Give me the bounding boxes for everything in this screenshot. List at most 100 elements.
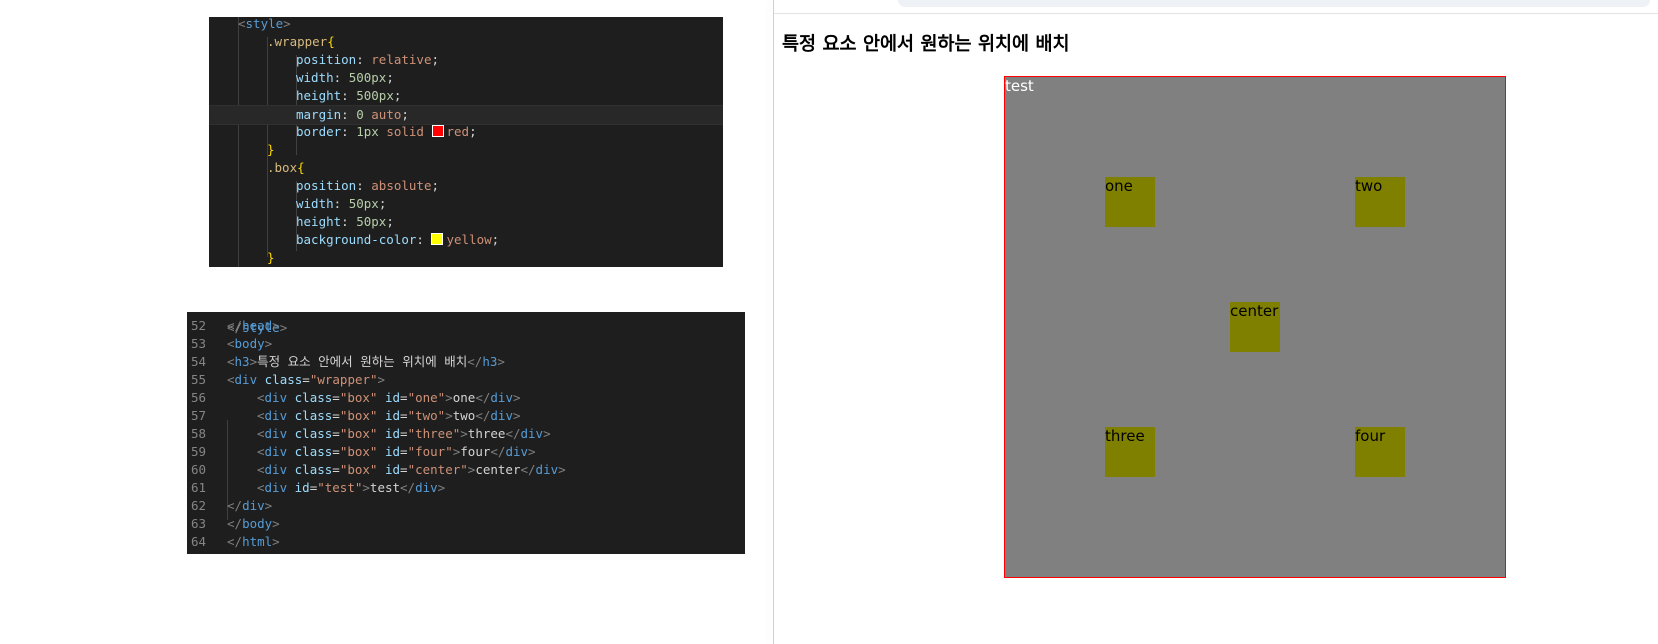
code-token: >	[272, 534, 280, 549]
code-text: </head>	[227, 317, 280, 335]
code-token: height	[296, 214, 342, 229]
code-token: </	[490, 444, 506, 459]
code-token: "wrapper"	[309, 372, 378, 387]
code-text: <style>	[238, 17, 291, 33]
code-token: div	[264, 480, 288, 495]
code-text: }	[267, 141, 275, 159]
line-number: 59	[191, 444, 207, 459]
color-swatch-icon[interactable]	[431, 233, 444, 245]
code-token: >	[512, 390, 521, 405]
code-token: border	[296, 124, 342, 139]
code-text: <body>	[227, 335, 272, 353]
code-token: div	[242, 498, 265, 513]
code-token: :	[341, 88, 357, 103]
code-token: div	[264, 444, 288, 459]
code-token: "box"	[339, 390, 378, 405]
code-token: =	[332, 408, 340, 423]
code-token: div	[264, 390, 288, 405]
code-line: 54 <h3>특정 요소 안에서 원하는 위치에 배치</h3>	[187, 353, 745, 371]
code-token: 500px	[348, 70, 387, 85]
line-number: 62	[191, 498, 207, 513]
code-token: </	[227, 498, 243, 513]
code-token: id	[384, 390, 401, 405]
code-token: relative	[371, 52, 432, 67]
box-three: three	[1105, 427, 1155, 477]
code-token: >	[264, 336, 273, 351]
code-token: <	[227, 336, 235, 351]
code-box-text: three	[467, 426, 506, 441]
code-token: class	[294, 426, 333, 441]
code-token: </	[227, 318, 243, 333]
code-token: "one"	[407, 390, 446, 405]
code-token: >	[437, 480, 446, 495]
line-number: 63	[191, 516, 207, 531]
line-number: 58	[191, 426, 207, 441]
code-token: div	[520, 426, 544, 441]
code-line: position: relative;	[209, 51, 723, 69]
code-line: 63 </body>	[187, 515, 745, 533]
code-token: 1px	[356, 124, 379, 139]
code-token: 50px	[348, 196, 379, 211]
code-token: width	[296, 70, 334, 85]
box-four-label: four	[1355, 427, 1386, 445]
code-token: =	[302, 372, 310, 387]
code-text: <div class="box" id="three">three</div>	[257, 425, 551, 443]
code-token: ;	[491, 232, 500, 247]
code-token: id	[384, 426, 401, 441]
code-text: <div class="wrapper">	[227, 371, 385, 389]
code-token: =	[332, 426, 340, 441]
code-token: </	[227, 516, 243, 531]
code-line: margin: 0 auto;	[209, 105, 723, 125]
code-token: >	[249, 354, 258, 369]
code-token: </	[227, 534, 243, 549]
code-token: ;	[431, 178, 440, 193]
code-line: 60 <div class="box" id="center">center</d…	[187, 461, 745, 479]
code-text: <div id="test">test</div>	[257, 479, 445, 497]
code-token: head	[242, 318, 273, 333]
code-token: {	[297, 160, 305, 175]
code-text: <div class="box" id="four">four</div>	[257, 443, 536, 461]
code-line: 56 <div class="box" id="one">one</div>	[187, 389, 745, 407]
code-token: >	[558, 462, 566, 477]
address-bar[interactable]	[898, 0, 1650, 7]
code-token: >	[283, 17, 291, 31]
code-text: }	[267, 249, 275, 267]
code-token: =	[332, 444, 340, 459]
code-token: "center"	[407, 462, 468, 477]
code-token: </	[475, 408, 491, 423]
code-token: {	[327, 34, 335, 49]
code-token: }	[267, 142, 275, 157]
code-token: position	[296, 52, 357, 67]
code-line: 55 <div class="wrapper">	[187, 371, 745, 389]
code-text: height: 50px;	[296, 213, 394, 231]
code-box-text: two	[452, 408, 476, 423]
box-one-label: one	[1105, 177, 1133, 195]
code-token: red	[446, 124, 470, 139]
line-number: 54	[191, 354, 207, 369]
code-line: <style>	[209, 17, 723, 33]
code-line: 57 <div class="box" id="two">two</div>	[187, 407, 745, 425]
code-token: :	[333, 70, 349, 85]
color-swatch-icon[interactable]	[431, 125, 444, 137]
code-text: width: 50px;	[296, 195, 386, 213]
code-text: .box{	[267, 159, 305, 177]
code-token: =	[332, 390, 340, 405]
test-label: test	[1005, 77, 1034, 95]
code-token: >	[272, 516, 280, 531]
code-text: border: 1px solid red;	[296, 123, 477, 141]
code-token: ;	[386, 70, 394, 85]
code-token: "test"	[317, 480, 363, 495]
code-token: >	[264, 498, 273, 513]
code-token: :	[333, 196, 349, 211]
code-h3-text: 특정 요소 안에서 원하는 위치에 배치	[257, 354, 468, 369]
code-text: </div>	[227, 497, 272, 515]
code-token: "box"	[339, 444, 378, 459]
code-text: <div class="box" id="two">two</div>	[257, 407, 521, 425]
code-token: "three"	[407, 426, 461, 441]
code-token: body	[234, 336, 265, 351]
code-token: .box	[267, 160, 298, 175]
